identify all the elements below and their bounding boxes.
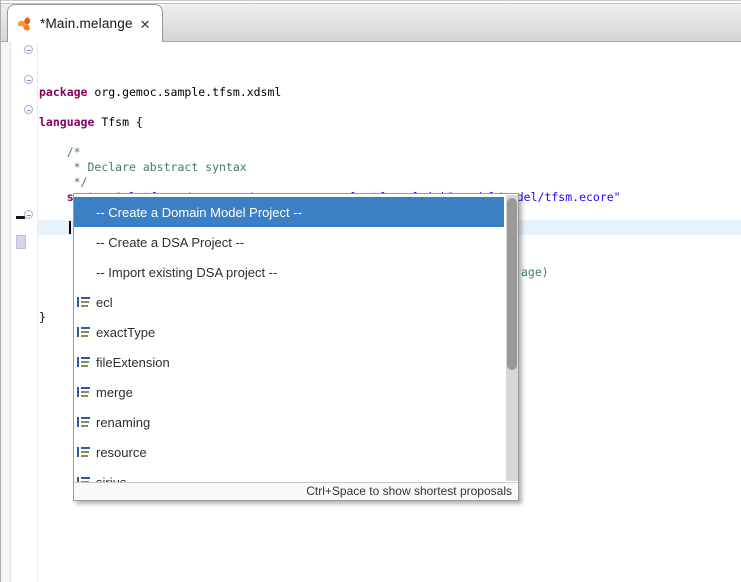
code-line: package org.gemoc.sample.tfsm.xdsml — [39, 85, 621, 100]
code-line: language Tfsm { — [39, 115, 621, 130]
template-proposal-icon — [77, 416, 90, 428]
completion-proposal[interactable]: -- Import existing DSA project -- — [74, 257, 504, 287]
popup-scrollbar-thumb[interactable] — [507, 198, 517, 370]
proposal-label: ecl — [96, 295, 113, 310]
content-assist-popup: -- Create a Domain Model Project -- -- Cr… — [73, 193, 519, 501]
collapse-icon-package[interactable] — [24, 45, 33, 54]
tab-main-melange[interactable]: *Main.melange ✕ — [7, 4, 163, 42]
proposal-list: -- Create a Domain Model Project -- -- Cr… — [74, 194, 518, 482]
collapse-icon-comment[interactable] — [24, 105, 33, 114]
completion-proposal[interactable]: -- Create a DSA Project -- — [74, 227, 504, 257]
template-proposal-icon — [77, 386, 90, 398]
melange-file-icon — [17, 16, 33, 32]
fold-margin-separator — [37, 42, 38, 582]
text-cursor — [69, 221, 71, 234]
tab-close-icon[interactable]: ✕ — [140, 17, 151, 31]
code-line: */ — [39, 175, 621, 190]
completion-proposal[interactable]: exactType — [74, 317, 504, 347]
proposal-label: merge — [96, 385, 133, 400]
proposal-label: -- Create a Domain Model Project -- — [96, 205, 302, 220]
source-code: package org.gemoc.sample.tfsm.xdsml langu… — [39, 85, 621, 205]
occluded-comment-fragment: age) — [521, 265, 549, 280]
code-line — [39, 130, 621, 145]
tab-title: *Main.melange — [40, 16, 133, 31]
left-annotation-ruler — [1, 42, 11, 582]
proposal-label: fileExtension — [96, 355, 170, 370]
completion-proposal[interactable]: sirius — [74, 467, 504, 482]
code-line: * Declare abstract syntax — [39, 160, 621, 175]
proposal-label: exactType — [96, 325, 155, 340]
popup-status-bar: Ctrl+Space to show shortest proposals — [74, 482, 518, 500]
template-proposal-icon — [77, 356, 90, 368]
proposal-label: resource — [96, 445, 147, 460]
completion-proposal[interactable]: ecl — [74, 287, 504, 317]
completion-proposal[interactable]: merge — [74, 377, 504, 407]
popup-scrollbar-track[interactable] — [506, 195, 518, 481]
template-proposal-icon — [77, 296, 90, 308]
proposal-label: -- Create a DSA Project -- — [96, 235, 244, 250]
completion-proposal[interactable]: renaming — [74, 407, 504, 437]
proposal-label: sirius — [96, 475, 126, 483]
closing-brace: } — [39, 310, 46, 325]
template-proposal-icon — [77, 446, 90, 458]
completion-proposal[interactable]: fileExtension — [74, 347, 504, 377]
proposal-label: -- Import existing DSA project -- — [96, 265, 277, 280]
template-proposal-icon — [77, 326, 90, 338]
collapse-icon-language[interactable] — [24, 75, 33, 84]
completion-proposal[interactable]: -- Create a Domain Model Project -- — [74, 197, 504, 227]
completion-proposal[interactable]: resource — [74, 437, 504, 467]
code-line: /* — [39, 145, 621, 160]
code-line — [39, 100, 621, 115]
ruler-range-marker — [16, 235, 26, 249]
proposal-label: renaming — [96, 415, 150, 430]
collapse-icon-block[interactable] — [24, 210, 33, 219]
